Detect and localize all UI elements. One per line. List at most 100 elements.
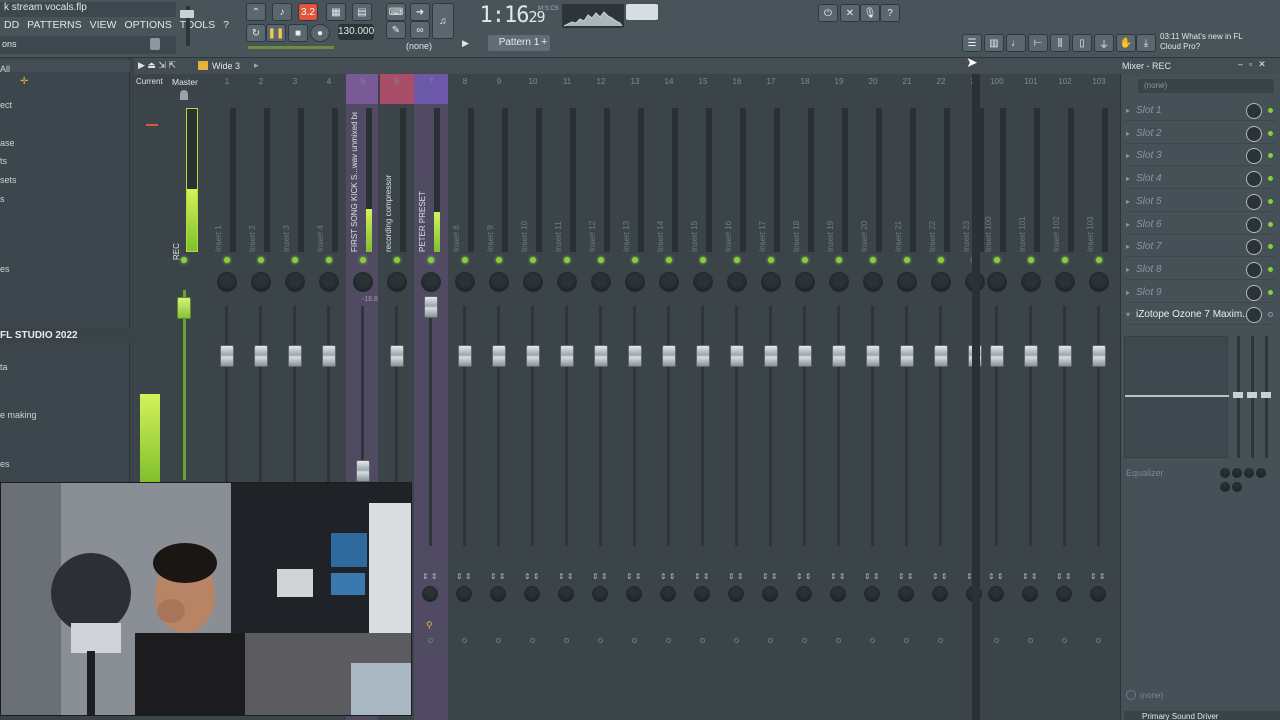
slot-expand-icon[interactable]: ▸ [1126,106,1130,115]
strip-name[interactable]: Insert 8 [452,112,466,252]
route-indicator[interactable] [632,638,637,643]
output-selector[interactable]: (none) [1140,691,1163,700]
browser-item[interactable]: FL STUDIO 2022 [0,328,130,343]
browser-item[interactable]: All [0,64,10,74]
strip-enable-led[interactable] [462,257,468,263]
mixer-menu-icon[interactable]: ▶ ⏏ ⇲ ⇱ [138,60,176,71]
volume-fader[interactable] [764,345,778,367]
download-news-button[interactable]: ⤓ [1136,34,1156,52]
pan-knob[interactable] [353,272,373,292]
route-indicator[interactable] [700,638,705,643]
menu-add[interactable]: DD [0,17,23,34]
route-indicator[interactable] [666,638,671,643]
browser-item[interactable]: ect [0,100,12,110]
stereo-separation-knob[interactable] [490,586,506,602]
eq-knob[interactable] [1232,468,1242,478]
minimize-icon[interactable]: – [1238,59,1249,69]
stereo-separation-knob[interactable] [988,586,1004,602]
volume-fader[interactable] [220,345,234,367]
effect-slot[interactable]: ▸ Slot 4 [1124,169,1276,190]
pan-knob[interactable] [863,272,883,292]
strip-enable-led[interactable] [802,257,808,263]
phase-swap-icon[interactable]: ⇕ ⇕ [694,572,710,581]
eq-knob[interactable] [1244,468,1254,478]
eq-knob[interactable] [1220,482,1230,492]
route-indicator[interactable] [734,638,739,643]
snap-button[interactable]: ✎ [386,21,406,39]
stereo-separation-knob[interactable] [1022,586,1038,602]
strip-name[interactable]: PETER PRESET [418,112,432,252]
effect-slot[interactable]: ▸ Slot 7 [1124,237,1276,258]
pan-knob[interactable] [387,272,407,292]
mixer-layout-preset[interactable]: Wide 3 [212,61,240,71]
strip-name[interactable]: Insert 19 [826,112,840,252]
route-indicator[interactable] [768,638,773,643]
volume-fader[interactable] [594,345,608,367]
volume-fader[interactable] [662,345,676,367]
volume-fader[interactable] [1058,345,1072,367]
pan-knob[interactable] [1089,272,1109,292]
strip-name[interactable]: Insert 103 [1086,112,1100,252]
strip-name[interactable]: Insert 101 [1018,112,1032,252]
stereo-separation-knob[interactable] [864,586,880,602]
strip-enable-led[interactable] [564,257,570,263]
phase-swap-icon[interactable]: ⇕ ⇕ [1022,572,1038,581]
input-selector[interactable]: (none) [1138,79,1274,93]
plugin-db-button[interactable]: ⏚ [1094,34,1114,52]
strip-enable-led[interactable] [904,257,910,263]
volume-fader[interactable] [390,345,404,367]
stereo-separation-knob[interactable] [830,586,846,602]
route-indicator[interactable] [938,638,943,643]
strip-name[interactable]: FIRST SONG KICK S...wav unmixed beat [350,112,364,252]
volume-fader[interactable] [288,345,302,367]
volume-fader[interactable] [356,460,370,482]
pan-knob[interactable] [987,272,1007,292]
route-indicator[interactable] [1096,638,1101,643]
volume-fader[interactable] [730,345,744,367]
strip-name[interactable]: Insert 11 [554,112,568,252]
pan-knob[interactable] [455,272,475,292]
slot-expand-icon[interactable]: ▸ [1126,288,1130,297]
stereo-separation-knob[interactable] [728,586,744,602]
volume-fader[interactable] [322,345,336,367]
strip-name[interactable]: Insert 17 [758,112,772,252]
slot-mix-knob[interactable] [1246,125,1262,142]
tools-button[interactable]: ✕ [840,4,860,22]
phase-swap-icon[interactable]: ⇕ ⇕ [422,572,438,581]
slot-expand-icon[interactable]: ▸ [1126,151,1130,160]
strip-enable-led[interactable] [326,257,332,263]
countdown-button[interactable]: 3.2 [298,3,318,21]
stereo-separation-knob[interactable] [796,586,812,602]
slot-enable-led[interactable] [1268,266,1273,272]
route-indicator[interactable] [1062,638,1067,643]
menu-view[interactable]: VIEW [86,17,121,34]
volume-fader[interactable] [696,345,710,367]
effect-slot[interactable]: ▸ Slot 9 [1124,283,1276,303]
eq-low-fader[interactable] [1233,392,1243,398]
strip-enable-led[interactable] [938,257,944,263]
phase-swap-icon[interactable]: ⇕ ⇕ [796,572,812,581]
playlist-button[interactable]: ☰ [962,34,982,52]
phase-swap-icon[interactable]: ⇕ ⇕ [898,572,914,581]
strip-enable-led[interactable] [1062,257,1068,263]
strip-name[interactable]: Insert 2 [248,112,262,252]
browser-item[interactable]: e making [0,410,37,420]
strip-name[interactable]: Insert 1 [214,112,228,252]
volume-fader[interactable] [866,345,880,367]
phase-swap-icon[interactable]: ⇕ ⇕ [524,572,540,581]
phase-swap-icon[interactable]: ⇕ ⇕ [830,572,846,581]
audio-driver[interactable]: Primary Sound Driver [1124,711,1280,720]
maximize-icon[interactable]: ▫ [1249,59,1258,69]
touch-controller-button[interactable]: ✋ [1116,34,1136,52]
effect-slot[interactable]: ▸ Slot 6 [1124,215,1276,235]
stereo-separation-knob[interactable] [558,586,574,602]
master-volume-handle[interactable] [180,10,194,18]
master-fader[interactable] [177,297,191,319]
play-button[interactable]: ❚❚ [266,24,286,42]
stereo-separation-knob[interactable] [592,586,608,602]
channel-rack-button[interactable]: ▥ [984,34,1004,52]
strip-enable-led[interactable] [530,257,536,263]
strip-enable-led[interactable] [700,257,706,263]
eq-mid-fader[interactable] [1247,392,1257,398]
strip-enable-led[interactable] [224,257,230,263]
